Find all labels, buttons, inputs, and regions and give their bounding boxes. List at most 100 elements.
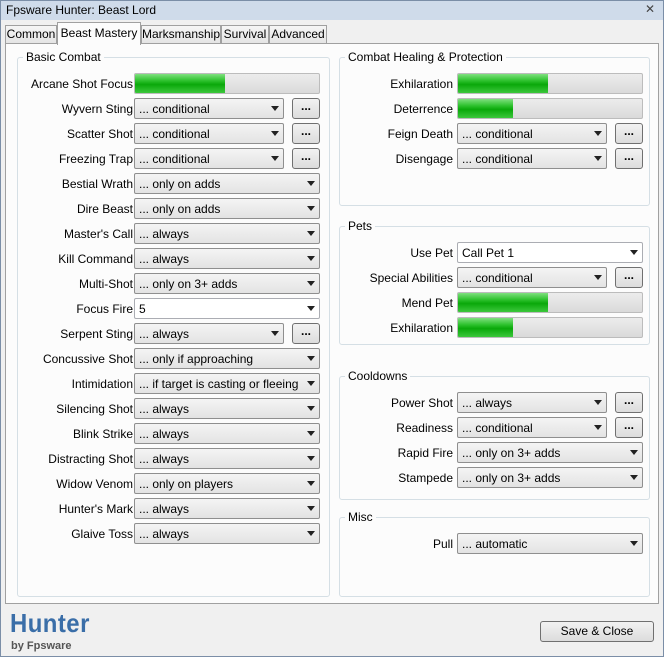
deterrence-bar[interactable] [457,98,643,119]
arcane-shot-focus-row: Arcane Shot Focus [18,73,329,94]
rapid-fire-value: ... only on 3+ adds [462,446,561,460]
power-shot-row: Power Shot ... always ... [340,392,649,413]
hunter-s-mark-label: Hunter's Mark [58,502,133,516]
close-icon[interactable]: ✕ [642,2,658,18]
feign-death-value: ... conditional [462,127,533,141]
chevron-down-icon [307,456,315,461]
power-shot-select[interactable]: ... always [457,392,607,413]
arcane-shot-focus-fill [135,74,226,93]
tab-marksmanship[interactable]: Marksmanship [141,25,221,44]
wyvern-sting-options-button[interactable]: ... [292,98,320,119]
save-close-button[interactable]: Save & Close [540,621,654,642]
title-bar[interactable]: Fpsware Hunter: Beast Lord ✕ [1,1,663,20]
disengage-options-button[interactable]: ... [615,148,643,169]
glaive-toss-select[interactable]: ... always [134,523,320,544]
focus-fire-select[interactable]: 5 [134,298,320,319]
pet-exhilaration-bar[interactable] [457,317,643,338]
distracting-shot-select[interactable]: ... always [134,448,320,469]
scatter-shot-options-button[interactable]: ... [292,123,320,144]
distracting-shot-row: Distracting Shot ... always [18,448,329,469]
stampede-select[interactable]: ... only on 3+ adds [457,467,643,488]
silencing-shot-label: Silencing Shot [56,402,133,416]
kill-command-label: Kill Command [58,252,133,266]
special-abilities-options-button[interactable]: ... [615,267,643,288]
wyvern-sting-value: ... conditional [139,102,210,116]
rapid-fire-select[interactable]: ... only on 3+ adds [457,442,643,463]
bestial-wrath-label: Bestial Wrath [61,177,133,191]
intimidation-select[interactable]: ... if target is casting or fleeing [134,373,320,394]
freezing-trap-value: ... conditional [139,152,210,166]
scatter-shot-value: ... conditional [139,127,210,141]
cooldowns-title: Cooldowns [345,369,411,383]
concussive-shot-row: Concussive Shot ... only if approaching [18,348,329,369]
power-shot-options-button[interactable]: ... [615,392,643,413]
readiness-options-button[interactable]: ... [615,417,643,438]
bestial-wrath-select[interactable]: ... only on adds [134,173,320,194]
scatter-shot-select[interactable]: ... conditional [134,123,284,144]
mend-pet-bar[interactable] [457,292,643,313]
pets-group: Pets Use Pet Call Pet 1 Special Abilitie… [339,219,650,345]
tab-survival[interactable]: Survival [221,25,269,44]
pet-exhilaration-row: Exhilaration [340,317,649,338]
mend-pet-label: Mend Pet [401,296,453,310]
special-abilities-select[interactable]: ... conditional [457,267,607,288]
freezing-trap-options-button[interactable]: ... [292,148,320,169]
freezing-trap-select[interactable]: ... conditional [134,148,284,169]
widow-venom-select[interactable]: ... only on players [134,473,320,494]
use-pet-row: Use Pet Call Pet 1 [340,242,649,263]
tab-common[interactable]: Common [5,25,57,44]
serpent-sting-label: Serpent Sting [60,327,133,341]
dire-beast-select[interactable]: ... only on adds [134,198,320,219]
rapid-fire-label: Rapid Fire [397,446,453,460]
use-pet-select[interactable]: Call Pet 1 [457,242,643,263]
healing-exhilaration-bar[interactable] [457,73,643,94]
basic-combat-group: Basic Combat Arcane Shot Focus Wyvern St… [17,50,330,597]
serpent-sting-select[interactable]: ... always [134,323,284,344]
feign-death-row: Feign Death ... conditional ... [340,123,649,144]
master-s-call-select[interactable]: ... always [134,223,320,244]
chevron-down-icon [307,206,315,211]
arcane-shot-focus-bar[interactable] [134,73,320,94]
use-pet-value: Call Pet 1 [462,246,515,260]
arcane-shot-focus-label: Arcane Shot Focus [30,77,133,91]
chevron-down-icon [271,131,279,136]
disengage-select[interactable]: ... conditional [457,148,607,169]
tab-advanced[interactable]: Advanced [269,25,327,44]
feign-death-select[interactable]: ... conditional [457,123,607,144]
multi-shot-select[interactable]: ... only on 3+ adds [134,273,320,294]
healing-exhilaration-fill [458,74,549,93]
power-shot-label: Power Shot [390,396,453,410]
chevron-down-icon [630,250,638,255]
concussive-shot-select[interactable]: ... only if approaching [134,348,320,369]
tab-beast-mastery[interactable]: Beast Mastery [57,22,141,45]
glaive-toss-row: Glaive Toss ... always [18,523,329,544]
kill-command-select[interactable]: ... always [134,248,320,269]
healing-exhilaration-label: Exhilaration [390,77,453,91]
chevron-down-icon [307,381,315,386]
readiness-select[interactable]: ... conditional [457,417,607,438]
silencing-shot-value: ... always [139,402,190,416]
hunter-s-mark-select[interactable]: ... always [134,498,320,519]
silencing-shot-select[interactable]: ... always [134,398,320,419]
blink-strike-select[interactable]: ... always [134,423,320,444]
healing-exhilaration-row: Exhilaration [340,73,649,94]
chevron-down-icon [594,400,602,405]
blink-strike-row: Blink Strike ... always [18,423,329,444]
healing-group: Combat Healing & Protection Exhilaration… [339,50,650,206]
stampede-value: ... only on 3+ adds [462,471,561,485]
chevron-down-icon [594,131,602,136]
glaive-toss-value: ... always [139,527,190,541]
deterrence-row: Deterrence [340,98,649,119]
feign-death-options-button[interactable]: ... [615,123,643,144]
pull-select[interactable]: ... automatic [457,533,643,554]
chevron-down-icon [307,256,315,261]
disengage-label: Disengage [395,152,453,166]
intimidation-row: Intimidation ... if target is casting or … [18,373,329,394]
serpent-sting-options-button[interactable]: ... [292,323,320,344]
distracting-shot-label: Distracting Shot [48,452,133,466]
pull-label: Pull [432,537,453,551]
wyvern-sting-select[interactable]: ... conditional [134,98,284,119]
chevron-down-icon [594,275,602,280]
pets-title: Pets [345,219,376,233]
widow-venom-row: Widow Venom ... only on players [18,473,329,494]
